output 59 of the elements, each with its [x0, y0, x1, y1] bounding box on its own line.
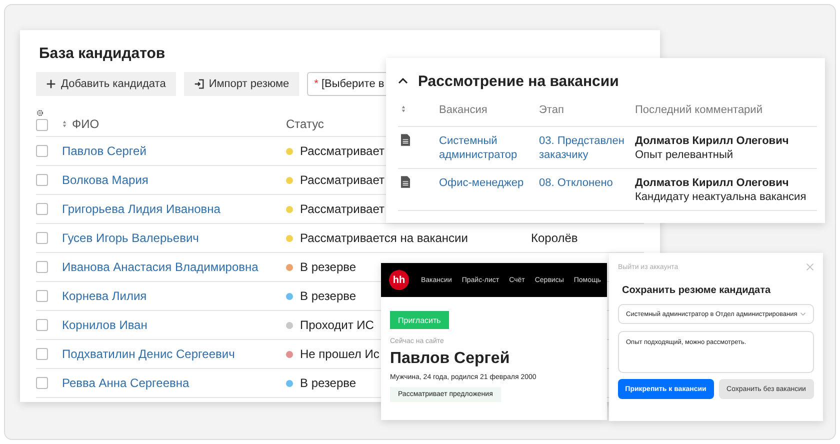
- status-text: В резерве: [300, 289, 356, 303]
- column-header: Последний комментарий: [635, 104, 762, 116]
- candidate-link[interactable]: Ревва Анна Сергеевна: [62, 376, 190, 390]
- status-text: Рассматривает: [300, 173, 384, 187]
- row-checkbox[interactable]: [36, 319, 48, 331]
- candidate-link[interactable]: Иванова Анастасия Владимировна: [62, 260, 258, 274]
- status-text: В резерве: [300, 260, 356, 274]
- status-text: Рассматривает: [300, 144, 384, 158]
- status-text: Проходит ИС: [300, 318, 374, 332]
- row-checkbox[interactable]: [36, 174, 48, 186]
- document-icon[interactable]: [401, 134, 410, 146]
- row-checkbox[interactable]: [36, 232, 48, 244]
- sort-icon[interactable]: [401, 105, 406, 113]
- table-cell: Королёв: [531, 231, 578, 245]
- candidate-link[interactable]: Подхватилин Денис Сергеевич: [62, 347, 235, 361]
- panel-title: Рассмотрение на вакансии: [418, 72, 619, 90]
- candidate-name: Павлов Сергей: [390, 350, 510, 368]
- candidate-link[interactable]: Волкова Мария: [62, 173, 148, 187]
- candidate-link[interactable]: Павлов Сергей: [62, 144, 146, 158]
- panel-title: База кандидатов: [39, 45, 166, 62]
- comment-author: Долматов Кирилл Олегович: [635, 176, 790, 190]
- comment-text: Кандидату неактуальна вакансия: [635, 190, 808, 204]
- toolbar-button[interactable]: Добавить кандидата: [36, 72, 176, 96]
- comment-author: Долматов Кирилл Олегович: [635, 134, 790, 148]
- select-all-checkbox[interactable]: [36, 119, 48, 131]
- toolbar-button[interactable]: Импорт резюме: [184, 72, 300, 96]
- chevron-icon: [800, 312, 806, 316]
- column-header: ФИО: [72, 117, 100, 131]
- import-icon: [194, 79, 204, 89]
- comment-text: Опыт релевантный: [635, 148, 734, 162]
- dialog-title: Сохранить резюме кандидата: [622, 285, 772, 296]
- vacancy-link[interactable]: Офис-менеджер: [439, 176, 539, 190]
- stage-link[interactable]: 08. Отклонено: [539, 176, 635, 190]
- caret-icon[interactable]: [398, 78, 408, 84]
- candidate-link[interactable]: Григорьева Лидия Ивановна: [62, 202, 220, 216]
- status-text: Не прошел Ис: [300, 347, 380, 361]
- close-icon[interactable]: [806, 263, 814, 271]
- site-logo[interactable]: hh: [389, 270, 409, 290]
- row-checkbox[interactable]: [36, 348, 48, 360]
- column-header: Вакансия: [439, 104, 488, 116]
- row-checkbox[interactable]: [36, 290, 48, 302]
- candidate-link[interactable]: Корнева Лилия: [62, 289, 147, 303]
- stage-link[interactable]: 03. Представлен заказчику: [539, 134, 635, 162]
- status-text: Рассматривает: [300, 202, 384, 216]
- row-checkbox[interactable]: [36, 377, 48, 389]
- row-checkbox[interactable]: [36, 203, 48, 215]
- vacancy-link[interactable]: Системный администратор: [439, 134, 539, 162]
- candidate-link[interactable]: Гусев Игорь Валерьевич: [62, 231, 199, 245]
- document-icon[interactable]: [401, 176, 410, 188]
- sort-icon[interactable]: [62, 120, 67, 128]
- row-checkbox[interactable]: [36, 145, 48, 157]
- settings-icon[interactable]: [36, 109, 44, 117]
- status-text: В резерве: [300, 376, 356, 390]
- column-header: Этап: [539, 104, 564, 116]
- row-checkbox[interactable]: [36, 261, 48, 273]
- column-header: Статус: [286, 117, 324, 131]
- candidate-link[interactable]: Корнилов Иван: [62, 318, 148, 332]
- plus-icon: [46, 79, 56, 89]
- status-text: Рассматривается на вакансии: [300, 231, 468, 245]
